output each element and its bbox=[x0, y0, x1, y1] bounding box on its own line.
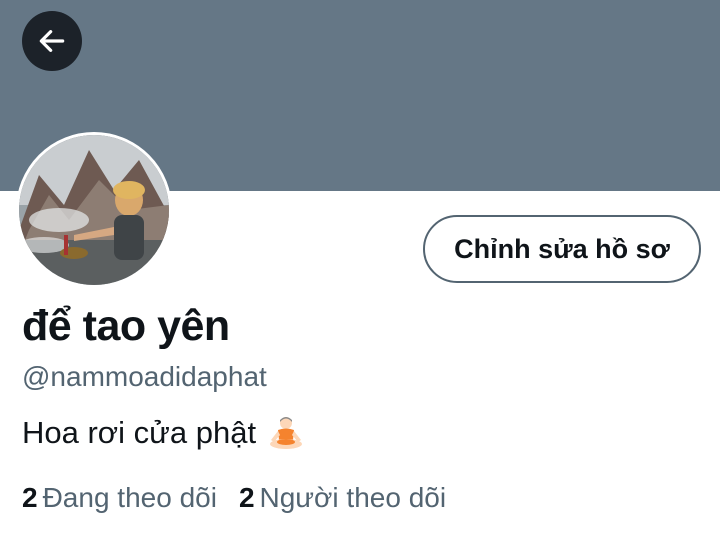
profile-bio: Hoa rơi cửa phật bbox=[22, 413, 306, 453]
following-count: 2 bbox=[22, 482, 38, 513]
followers-label: Người theo dõi bbox=[259, 482, 447, 513]
arrow-left-icon bbox=[39, 30, 65, 52]
avatar[interactable] bbox=[16, 132, 172, 288]
followers-count: 2 bbox=[238, 482, 255, 513]
display-name: để tao yên bbox=[22, 302, 230, 350]
following-link[interactable]: 2 Đang theo dõi bbox=[22, 482, 217, 514]
username-handle: @nammoadidaphat bbox=[22, 361, 267, 392]
avatar-image bbox=[19, 135, 169, 285]
following-label: Đang theo dõi bbox=[42, 482, 217, 513]
followers-link[interactable]: 2 Người theo dõi bbox=[239, 482, 446, 514]
person-in-lotus-position-emoji bbox=[270, 417, 303, 449]
bio-text: Hoa rơi cửa phật bbox=[22, 415, 257, 450]
profile-stats: 2 Đang theo dõi 2 Người theo dõi bbox=[22, 482, 446, 514]
edit-profile-button[interactable]: Chỉnh sửa hồ sơ bbox=[423, 215, 701, 283]
back-button[interactable] bbox=[22, 11, 82, 71]
